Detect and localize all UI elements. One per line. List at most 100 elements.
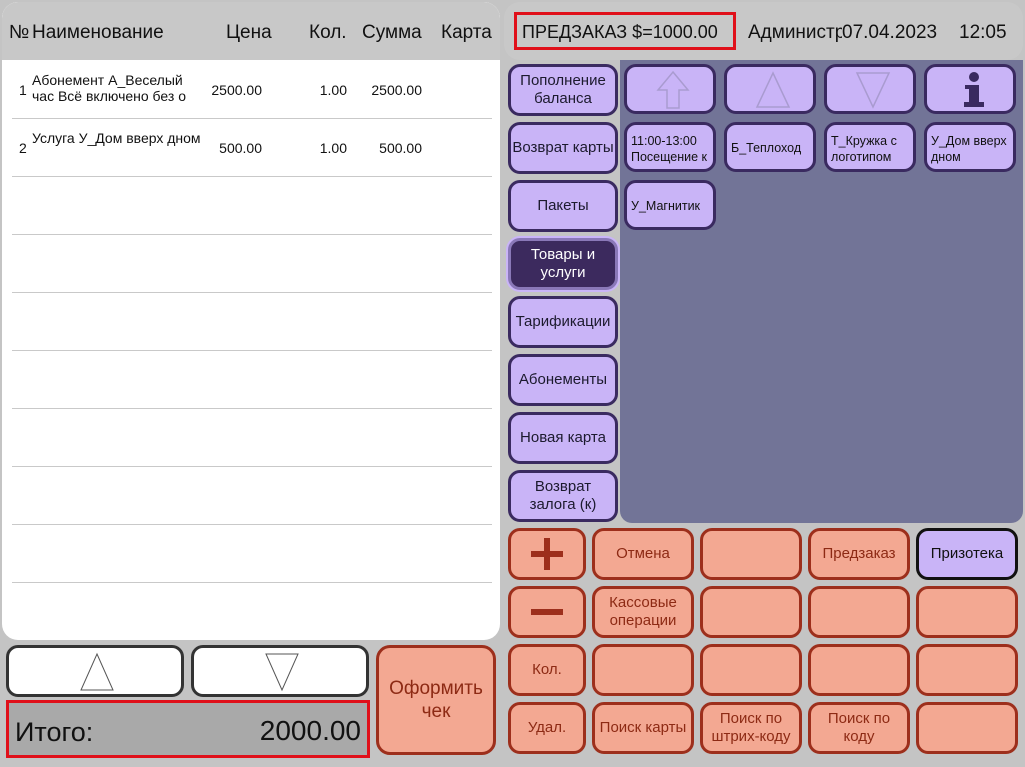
empty-action-button[interactable]	[916, 586, 1018, 638]
row-qty: 1.00	[319, 82, 347, 98]
plus-icon	[531, 538, 563, 570]
empty-action-button[interactable]	[808, 644, 910, 696]
category-topup-balance[interactable]: Пополнение баланса	[508, 64, 618, 116]
table-row[interactable]: 1 Абонемент А_Веселый час Всё включено б…	[12, 60, 492, 119]
table-row[interactable]: 2 Услуга У_Дом вверх дном 500.00 1.00 50…	[12, 118, 492, 177]
status-bar: ПРЕДЗАКАЗ $=1000.00 Администратор 07.04.…	[504, 2, 1023, 60]
page-up-button[interactable]	[724, 64, 816, 114]
row-num: 1	[19, 82, 27, 98]
col-price: Цена	[226, 22, 272, 43]
cash-operations-button[interactable]: Кассовые операции	[592, 586, 694, 638]
product-magnet[interactable]: У_Магнитик	[624, 180, 716, 230]
receipt-header: № Наименование Цена Кол. Сумма Карта	[2, 2, 500, 60]
row-name: Услуга У_Дом вверх дном	[32, 130, 201, 146]
info-button[interactable]	[924, 64, 1016, 114]
empty-action-button[interactable]	[808, 586, 910, 638]
empty-row	[12, 350, 492, 409]
action-label: Отмена	[616, 545, 670, 562]
prize-library-button[interactable]: Призотека	[916, 528, 1018, 580]
category-label: Тарификации	[515, 313, 611, 330]
col-name: Наименование	[32, 22, 164, 43]
product-label: У_Дом вверх дном	[931, 134, 1007, 164]
row-qty: 1.00	[319, 140, 347, 156]
action-label: Поиск по штрих-коду	[711, 710, 791, 745]
admin-name: Администратор	[748, 22, 842, 43]
empty-action-button[interactable]	[700, 586, 802, 638]
triangle-down-icon	[265, 653, 299, 692]
time: 12:05	[959, 22, 1007, 43]
product-label: Т_Кружка с логотипом	[831, 134, 897, 164]
page-first-button[interactable]	[624, 64, 716, 114]
empty-row	[12, 466, 492, 525]
minus-button[interactable]	[508, 586, 586, 638]
category-card-return[interactable]: Возврат карты	[508, 122, 618, 174]
checkout-button[interactable]: Оформить чек	[376, 645, 496, 755]
empty-row	[12, 524, 492, 583]
delete-button[interactable]: Удал.	[508, 702, 586, 754]
search-barcode-button[interactable]: Поиск по штрих-коду	[700, 702, 802, 754]
product-label: Б_Теплоход	[731, 141, 802, 155]
row-name: Абонемент А_Веселый час Всё включено без…	[32, 72, 186, 104]
row-num: 2	[19, 140, 27, 156]
preorder-button[interactable]: Предзаказ	[808, 528, 910, 580]
category-new-card[interactable]: Новая карта	[508, 412, 618, 464]
total-label: Итого:	[15, 717, 94, 747]
category-label: Пакеты	[537, 197, 589, 214]
category-deposit-return[interactable]: Возврат залога (к)	[508, 470, 618, 522]
checkout-label: Оформить чек	[389, 678, 483, 722]
category-label: Возврат карты	[512, 139, 614, 156]
action-label: Удал.	[527, 719, 567, 736]
scroll-up-button[interactable]	[6, 645, 184, 697]
row-price: 2500.00	[211, 82, 262, 98]
arrow-up-thick-icon	[656, 70, 690, 109]
action-label: Предзаказ	[822, 545, 896, 562]
product-upside-down-house[interactable]: У_Дом вверх дном	[924, 122, 1016, 172]
category-packages[interactable]: Пакеты	[508, 180, 618, 232]
scroll-down-button[interactable]	[191, 645, 369, 697]
search-code-button[interactable]: Поиск по коду	[808, 702, 910, 754]
empty-row	[12, 176, 492, 235]
action-label: Призотека	[930, 545, 1004, 562]
empty-action-button[interactable]	[916, 702, 1018, 754]
action-label: Поиск по коду	[827, 710, 891, 745]
page-down-button[interactable]	[824, 64, 916, 114]
col-sum: Сумма	[362, 22, 422, 43]
col-num: №	[9, 22, 30, 43]
empty-row	[12, 408, 492, 467]
category-label: Абонементы	[518, 371, 608, 388]
row-price: 500.00	[219, 140, 262, 156]
triangle-down-icon	[855, 72, 891, 109]
empty-action-button[interactable]	[700, 644, 802, 696]
product-label: У_Магнитик	[631, 199, 701, 213]
empty-row	[12, 292, 492, 351]
product-mug[interactable]: Т_Кружка с логотипом	[824, 122, 916, 172]
triangle-up-icon	[755, 71, 791, 108]
receipt-panel: № Наименование Цена Кол. Сумма Карта 1 А…	[2, 2, 500, 640]
search-card-button[interactable]: Поиск карты	[592, 702, 694, 754]
empty-action-button[interactable]	[916, 644, 1018, 696]
category-tariffs[interactable]: Тарификации	[508, 296, 618, 348]
empty-action-button[interactable]	[592, 644, 694, 696]
date: 07.04.2023	[842, 22, 938, 43]
product-visit[interactable]: 11:00-13:00 Посещение к	[624, 122, 716, 172]
cancel-button[interactable]: Отмена	[592, 528, 694, 580]
info-icon	[964, 72, 984, 107]
product-boat[interactable]: Б_Теплоход	[724, 122, 816, 172]
col-card: Карта	[441, 22, 492, 43]
triangle-up-icon	[80, 652, 114, 691]
action-label: Поиск карты	[599, 719, 687, 736]
plus-button[interactable]	[508, 528, 586, 580]
product-label: 11:00-13:00 Посещение к	[631, 134, 708, 164]
preorder-balance: ПРЕДЗАКАЗ $=1000.00	[514, 12, 736, 50]
action-label: Кассовые операции	[609, 594, 677, 629]
col-qty: Кол.	[309, 22, 347, 43]
action-label: Кол.	[532, 661, 562, 678]
category-label: Новая карта	[520, 429, 606, 446]
category-goods-services[interactable]: Товары и услуги	[508, 238, 618, 290]
category-label: Товары и услуги	[530, 246, 596, 281]
category-label: Пополнение баланса	[520, 72, 606, 107]
empty-row	[12, 234, 492, 293]
empty-action-button[interactable]	[700, 528, 802, 580]
category-subscriptions[interactable]: Абонементы	[508, 354, 618, 406]
quantity-button[interactable]: Кол.	[508, 644, 586, 696]
